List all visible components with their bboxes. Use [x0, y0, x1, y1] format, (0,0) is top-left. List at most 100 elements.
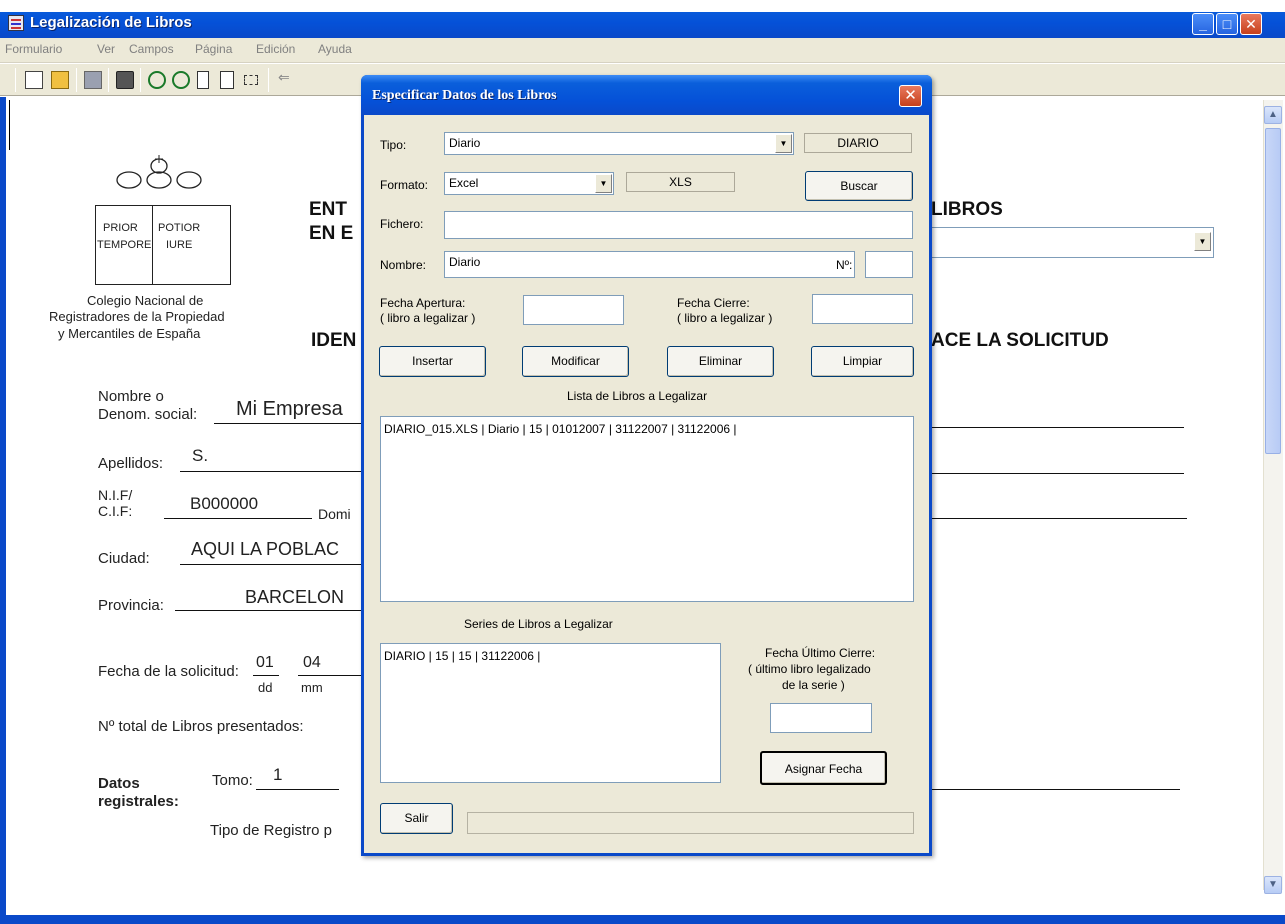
salir-button[interactable]: Salir: [380, 803, 453, 834]
save-icon[interactable]: [84, 71, 102, 89]
menu-pagina[interactable]: Página: [195, 42, 232, 56]
provincia-label: Provincia:: [98, 597, 164, 614]
close-button[interactable]: ✕: [1240, 13, 1262, 35]
ciudad-value[interactable]: AQUI LA POBLAC: [191, 539, 339, 560]
fecha-dd-value[interactable]: 01: [256, 654, 274, 672]
modificar-button[interactable]: Modificar: [522, 346, 629, 377]
menu-campos[interactable]: Campos: [129, 42, 174, 56]
chevron-down-icon[interactable]: ▼: [595, 174, 612, 193]
fecha-ultimo-cierre-input[interactable]: [770, 703, 872, 733]
top-cut-edge: [0, 0, 1285, 12]
toolbar-separator: [108, 68, 109, 92]
limpiar-button[interactable]: Limpiar: [811, 346, 914, 377]
window-title: Legalización de Libros: [30, 14, 192, 31]
menu-ver[interactable]: Ver: [97, 42, 115, 56]
underline: [214, 423, 361, 424]
underline: [931, 518, 1187, 519]
nombre-label: Nombre:: [380, 258, 427, 272]
menu-ayuda[interactable]: Ayuda: [318, 42, 352, 56]
buscar-button[interactable]: Buscar: [805, 171, 913, 201]
domicilio-label: Domi: [318, 506, 351, 522]
section-title: IDEN: [311, 330, 357, 351]
fecha-mm-value[interactable]: 04: [303, 654, 321, 672]
fecha-apertura-input[interactable]: [523, 295, 624, 325]
logo-text: TEMPORE: [97, 239, 152, 251]
zoom-out-icon[interactable]: [172, 71, 190, 89]
fecha-cierre-input[interactable]: [812, 294, 913, 324]
formato-code-badge: XLS: [626, 172, 735, 192]
underline: [931, 789, 1180, 790]
fecha-apertura-label: Fecha Apertura:: [380, 296, 466, 310]
text-icon[interactable]: [220, 71, 234, 89]
datos-registrales-label: registrales:: [98, 793, 179, 810]
numero-input[interactable]: [865, 251, 913, 278]
fecha-apertura-hint: ( libro a legalizar ): [380, 311, 476, 325]
fecha-ultimo-cierre-label: Fecha Último Cierre:: [765, 646, 876, 660]
nombre-input[interactable]: Diario: [444, 251, 855, 278]
open-folder-icon[interactable]: [51, 71, 69, 89]
page-icon[interactable]: [197, 71, 209, 89]
zoom-in-icon[interactable]: [148, 71, 166, 89]
app-icon: [8, 15, 24, 31]
logo-caption: Colegio Nacional de: [87, 293, 204, 308]
tipo-code-badge: DIARIO: [804, 133, 912, 153]
logo-text: POTIOR: [158, 222, 201, 234]
nif-value[interactable]: B000000: [190, 494, 258, 514]
doc-combo[interactable]: [930, 227, 1214, 258]
tipo-select[interactable]: Diario: [444, 132, 794, 155]
toolbar-separator: [268, 68, 269, 92]
underline: [164, 518, 312, 519]
back-arrow-icon[interactable]: ⇐: [278, 69, 296, 87]
nif-label: C.I.F:: [98, 503, 133, 519]
toolbar-separator: [140, 68, 141, 92]
list-item[interactable]: DIARIO | 15 | 15 | 31122006 |: [384, 649, 717, 663]
print-icon[interactable]: [116, 71, 134, 89]
insertar-button[interactable]: Insertar: [379, 346, 486, 377]
crown-icon: [116, 155, 202, 189]
dd-label: dd: [258, 680, 273, 695]
formato-select[interactable]: Excel: [444, 172, 614, 195]
nombre-label: Denom. social:: [98, 406, 198, 423]
series-libros-listbox[interactable]: DIARIO | 15 | 15 | 31122006 |: [380, 643, 721, 783]
tomo-label: Tomo:: [212, 772, 253, 789]
apellidos-value[interactable]: S.: [192, 446, 208, 466]
underline: [931, 427, 1184, 428]
fecha-solicitud-label: Fecha de la solicitud:: [98, 663, 239, 680]
dialog-close-button[interactable]: ✕: [899, 85, 922, 107]
tipo-registro-label: Tipo de Registro p: [210, 822, 333, 839]
datos-registrales-label: Datos: [98, 775, 140, 792]
menu-formulario[interactable]: Formulario: [5, 42, 62, 56]
logo-book-spine: [152, 205, 153, 285]
maximize-button[interactable]: □: [1216, 13, 1238, 35]
tomo-value[interactable]: 1: [273, 765, 282, 785]
ciudad-label: Ciudad:: [98, 550, 150, 567]
underline: [931, 473, 1184, 474]
minimize-button[interactable]: _: [1192, 13, 1214, 35]
frame-icon[interactable]: [244, 75, 258, 85]
menu-edicion[interactable]: Edición: [256, 42, 295, 56]
logo-text: IURE: [166, 239, 193, 251]
scroll-up-icon[interactable]: ▲: [1264, 106, 1282, 124]
underline: [298, 675, 361, 676]
lista-libros-listbox[interactable]: DIARIO_015.XLS | Diario | 15 | 01012007 …: [380, 416, 914, 602]
nombre-value[interactable]: Mi Empresa: [236, 398, 343, 421]
scroll-thumb[interactable]: [1265, 128, 1281, 454]
underline: [256, 789, 339, 790]
toolbar-separator: [15, 68, 16, 92]
mm-label: mm: [301, 680, 323, 695]
scroll-down-icon[interactable]: ▼: [1264, 876, 1282, 894]
list-item[interactable]: DIARIO_015.XLS | Diario | 15 | 01012007 …: [384, 422, 910, 436]
chevron-down-icon[interactable]: ▼: [1194, 232, 1211, 251]
underline: [175, 610, 361, 611]
section-title: ACE LA SOLICITUD: [931, 330, 1109, 351]
provincia-value[interactable]: BARCELON: [245, 587, 344, 608]
nombre-label: Nombre o: [98, 388, 164, 405]
menu-bar: [0, 38, 1285, 63]
asignar-fecha-button[interactable]: Asignar Fecha: [760, 751, 887, 785]
fecha-ultimo-cierre-hint: ( último libro legalizado: [748, 662, 871, 676]
chevron-down-icon[interactable]: ▼: [775, 134, 792, 153]
fichero-input[interactable]: [444, 211, 913, 239]
eliminar-button[interactable]: Eliminar: [667, 346, 774, 377]
new-doc-icon[interactable]: [25, 71, 43, 89]
fecha-ultimo-cierre-hint: de la serie ): [782, 678, 845, 692]
